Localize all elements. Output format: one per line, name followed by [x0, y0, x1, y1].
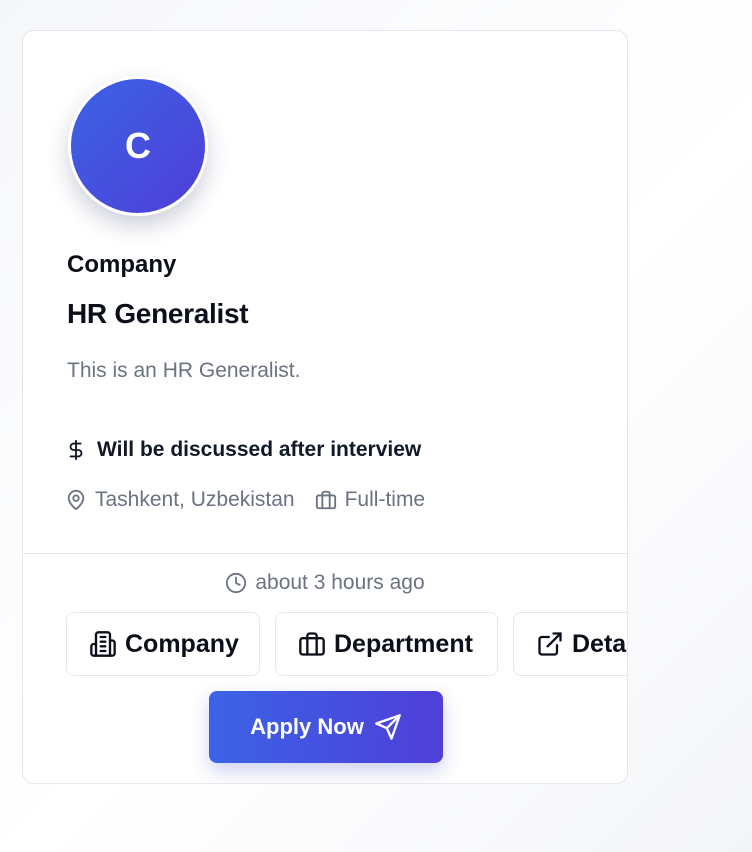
map-pin-icon [65, 489, 87, 511]
briefcase-icon [315, 489, 337, 511]
briefcase-icon [298, 630, 326, 658]
salary-text: Will be discussed after interview [97, 438, 422, 461]
posted-time: about 3 hours ago [23, 571, 627, 595]
action-buttons: Company Department Details [66, 612, 627, 676]
company-button[interactable]: Company [66, 612, 260, 676]
job-meta-row: Tashkent, Uzbekistan Full-time [65, 488, 425, 512]
company-button-label: Company [125, 629, 239, 658]
job-description: This is an HR Generalist. [67, 359, 301, 382]
salary-row: Will be discussed after interview [65, 437, 421, 463]
department-button-label: Department [334, 629, 473, 658]
building-icon [89, 630, 117, 658]
location: Tashkent, Uzbekistan [65, 488, 295, 512]
send-icon [374, 713, 402, 741]
divider [23, 553, 627, 554]
avatar-letter: C [125, 125, 151, 166]
clock-icon [225, 572, 247, 594]
dollar-icon [65, 437, 87, 463]
apply-now-label: Apply Now [250, 714, 364, 739]
job-title: HR Generalist [67, 298, 249, 329]
location-text: Tashkent, Uzbekistan [95, 488, 295, 511]
apply-now-button[interactable]: Apply Now [209, 691, 443, 763]
department-button[interactable]: Department [275, 612, 498, 676]
external-link-icon [536, 630, 564, 658]
posted-time-text: about 3 hours ago [255, 571, 425, 594]
company-avatar: C [68, 76, 208, 216]
company-name: Company [67, 251, 177, 278]
job-card: C Company HR Generalist This is an HR Ge… [22, 30, 628, 784]
employment-type-text: Full-time [344, 488, 426, 511]
details-button[interactable]: Details [513, 612, 627, 676]
details-button-label: Details [572, 629, 627, 658]
employment-type: Full-time [315, 488, 426, 512]
